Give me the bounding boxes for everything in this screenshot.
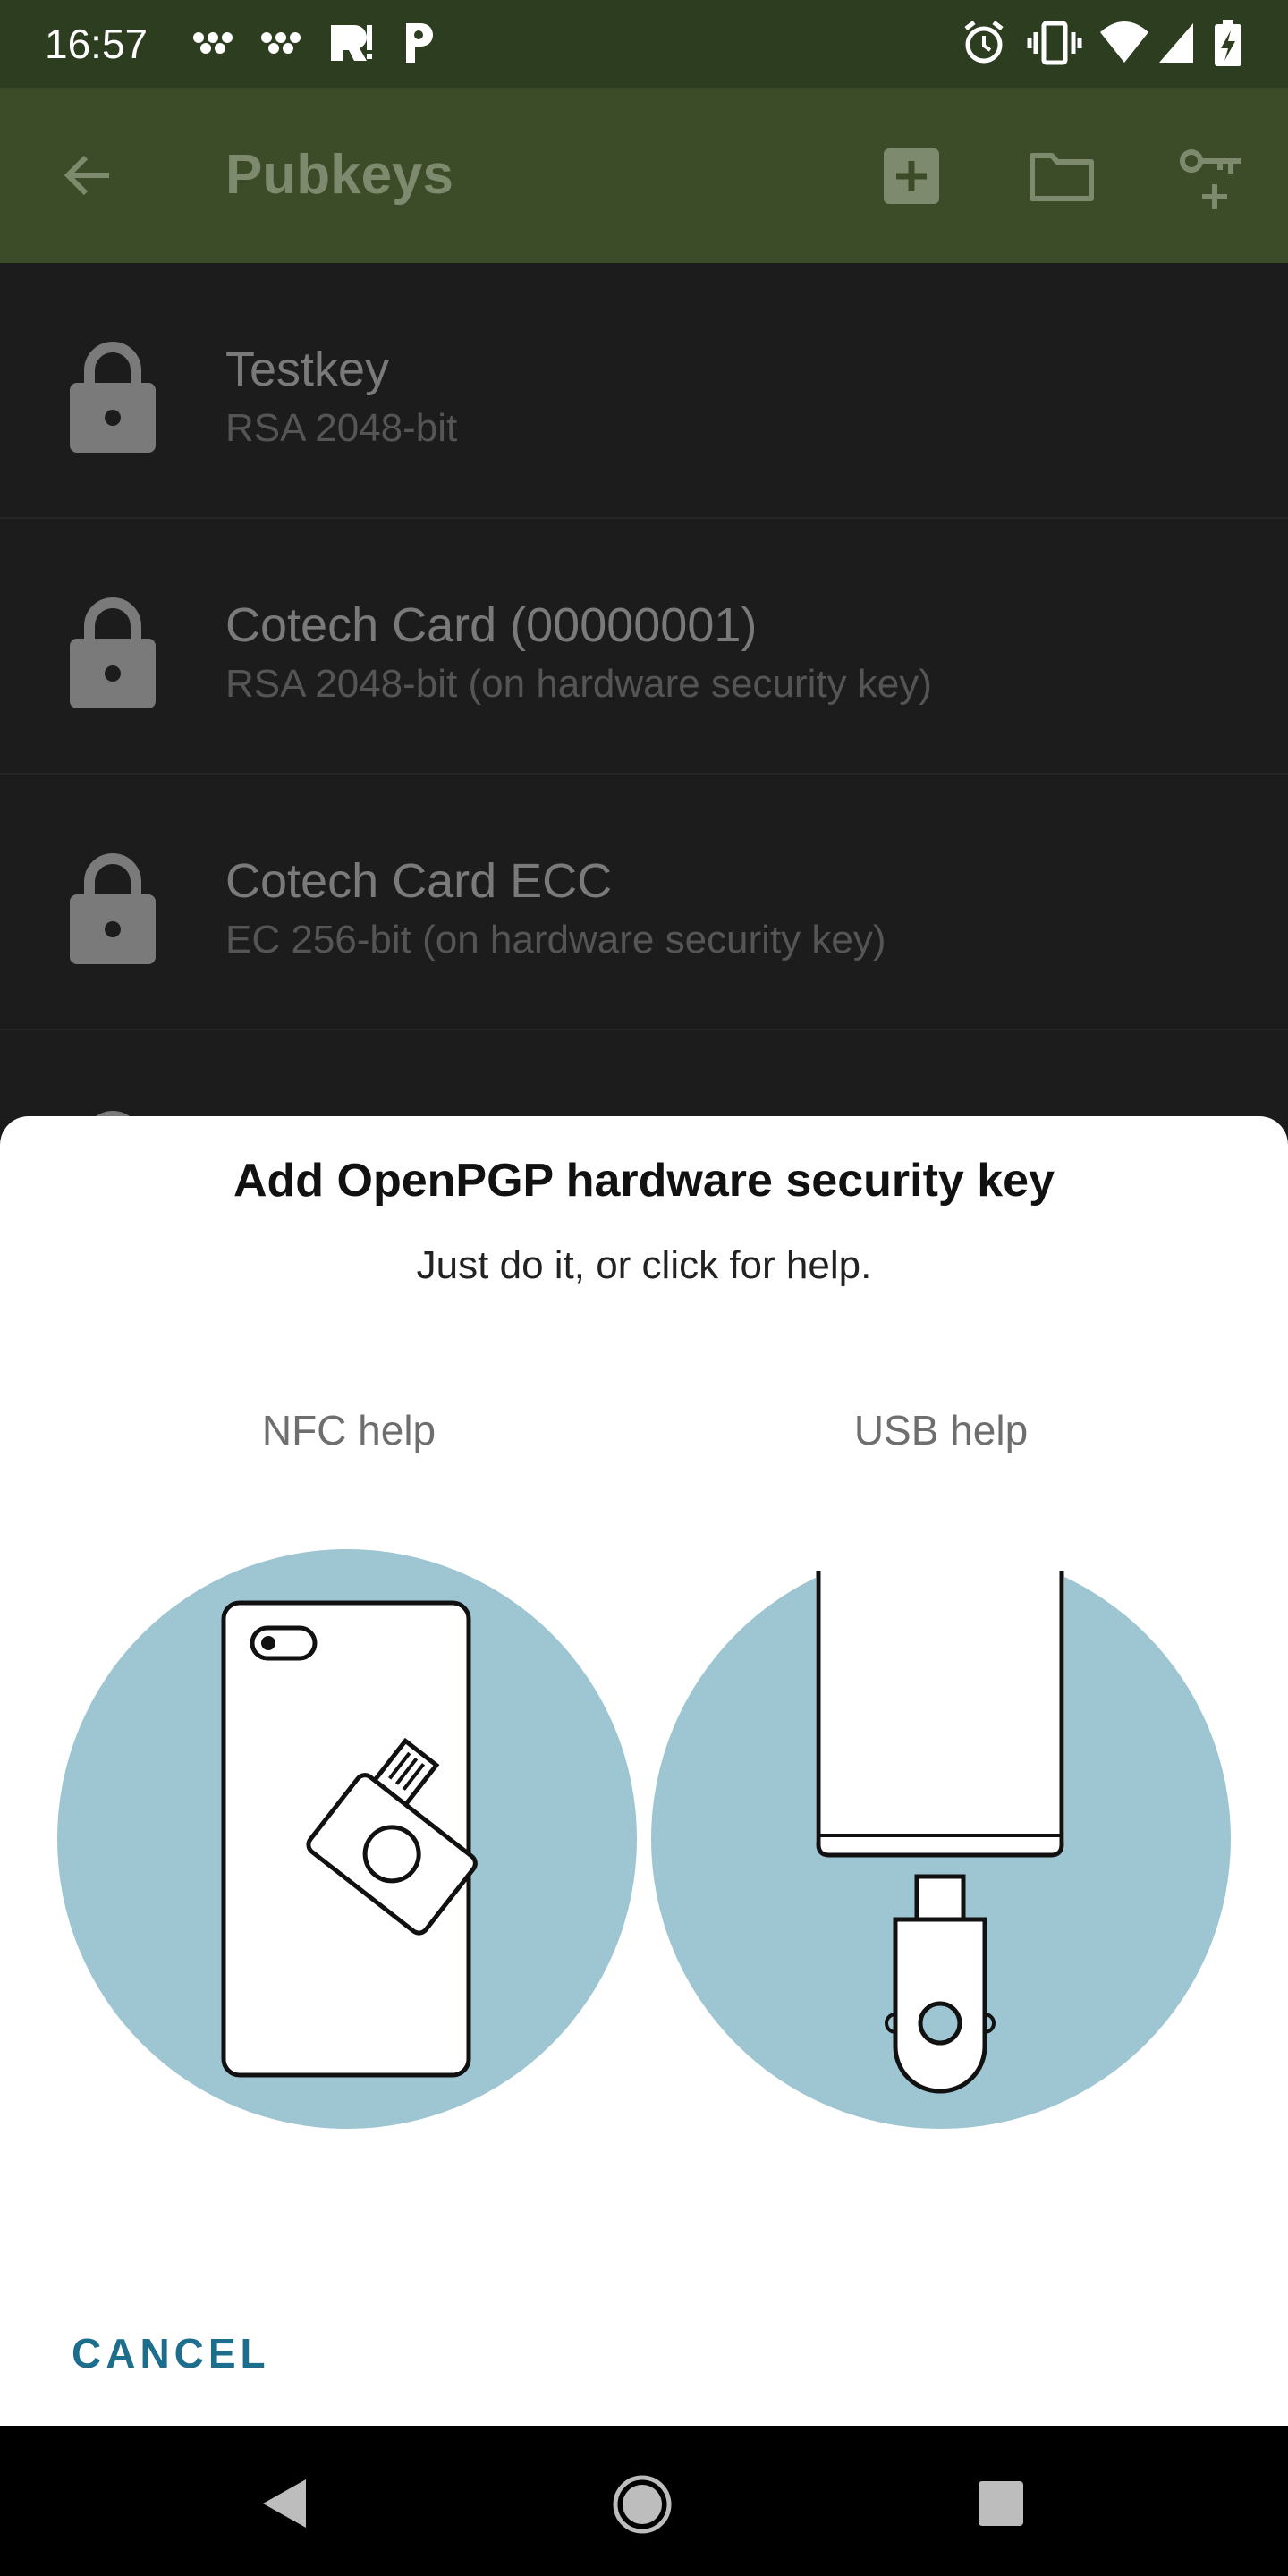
notification-dots-icon xyxy=(261,32,301,54)
pubkey-list: Testkey RSA 2048-bit Cotech Card (000000… xyxy=(0,263,1288,1222)
key-detail: EC 256-bit (on hardware security key) xyxy=(225,918,886,962)
key-name: Cotech Card (00000001) xyxy=(225,598,758,652)
status-bar: 16:57 xyxy=(0,0,1288,88)
lock-icon xyxy=(70,853,156,964)
add-hardware-key-dialog: Add OpenPGP hardware security key Just d… xyxy=(0,1116,1288,2426)
back-arrow-icon[interactable] xyxy=(59,147,116,204)
usb-illustration[interactable] xyxy=(651,1549,1231,2129)
add-box-icon[interactable] xyxy=(882,147,941,206)
battery-charging-icon xyxy=(1215,20,1241,66)
list-item[interactable]: Cotech Card ECC EC 256-bit (on hardware … xyxy=(0,775,1288,1030)
lock-icon xyxy=(70,342,156,453)
back-nav-icon[interactable] xyxy=(259,2476,309,2531)
notification-dots-icon xyxy=(193,32,233,54)
key-name: Testkey xyxy=(225,343,390,396)
app-notification-icon xyxy=(331,25,372,61)
vibrate-icon xyxy=(1027,21,1082,65)
status-time: 16:57 xyxy=(45,21,148,67)
usb-help-link[interactable]: USB help xyxy=(762,1406,1120,1454)
key-detail: RSA 2048-bit xyxy=(225,406,458,450)
nfc-help-link[interactable]: NFC help xyxy=(170,1406,528,1454)
key-name: Cotech Card ECC xyxy=(225,854,613,908)
dialog-subtitle: Just do it, or click for help. xyxy=(416,1243,872,1287)
app-bar: Pubkeys xyxy=(0,88,1288,263)
key-detail: RSA 2048-bit (on hardware security key) xyxy=(225,662,932,706)
recents-nav-icon[interactable] xyxy=(977,2479,1025,2528)
lock-icon xyxy=(70,597,156,708)
cancel-button[interactable]: CANCEL xyxy=(72,2329,270,2377)
nfc-illustration[interactable] xyxy=(57,1549,637,2129)
p-app-icon xyxy=(406,23,433,63)
folder-icon[interactable] xyxy=(1029,148,1095,202)
home-nav-icon[interactable] xyxy=(612,2474,673,2535)
key-add-icon[interactable] xyxy=(1179,141,1245,213)
alarm-icon xyxy=(964,21,1004,64)
list-item[interactable]: Cotech Card (00000001) RSA 2048-bit (on … xyxy=(0,519,1288,775)
navigation-bar xyxy=(0,2426,1288,2576)
list-item[interactable]: Testkey RSA 2048-bit xyxy=(0,263,1288,519)
wifi-icon xyxy=(1100,21,1148,63)
signal-icon xyxy=(1159,23,1193,63)
dialog-title: Add OpenPGP hardware security key xyxy=(233,1155,1055,1207)
page-title: Pubkeys xyxy=(225,144,454,206)
